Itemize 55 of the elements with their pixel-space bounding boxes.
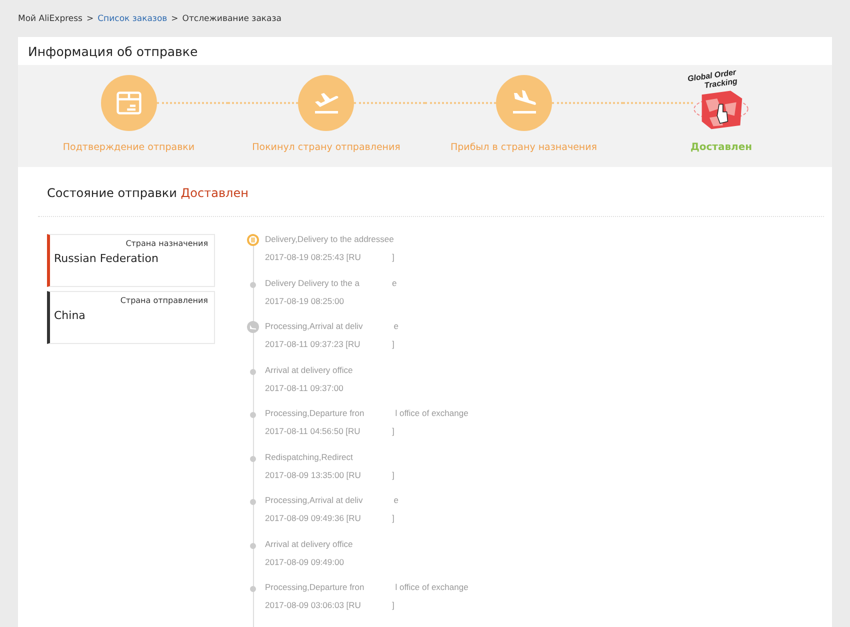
breadcrumb-item: Отслеживание заказа [182,14,282,24]
event-time: 2017-08-09 13:35:00 [RU [265,470,361,480]
event-time: 2017-08-11 09:37:00 [265,382,344,392]
event-title: Processing,Arrival at deliv [265,495,363,505]
timeline-dot [250,542,256,548]
country-caption: Страна назначения [124,239,208,248]
country-name: China [54,309,86,322]
status-line: Состояние отправки Доставлен [47,185,250,202]
event-time: 2017-08-09 03:06:03 [RU [265,600,361,610]
step-label: Подтверждение отправки [62,142,195,153]
timeline-dot [250,282,256,288]
order-tracking-logo[interactable]: Global Order Tracking [686,71,756,133]
box-icon [114,89,143,117]
event-time: ] [392,470,394,480]
step-label: Доставлен [690,142,752,153]
timeline-dot [250,368,256,374]
event-time: ] [392,339,394,349]
event-time: 2017-08-11 09:37:23 [RU [265,339,361,349]
airplane-icon [247,321,259,333]
event-title: Arrival at delivery office [265,364,354,374]
timeline-dot [250,412,256,418]
breadcrumb-link[interactable]: Список заказов [98,14,168,24]
timeline-dot [250,499,256,505]
event-title: Redispatching,Redirect [265,452,354,462]
event-time: ] [392,252,394,262]
country-name: Russian Federation [54,252,160,265]
panel-title: Информация об отправке [28,44,198,58]
event-time: 2017-08-11 04:56:50 [RU [265,426,361,436]
event-title: l office of exchange [395,582,468,592]
step-label: Покинул страну отправления [252,142,400,153]
event-time: 2017-08-09 09:49:00 [265,556,345,566]
event-time: ] [392,426,394,436]
breadcrumb-separator: > [86,14,94,24]
event-title: e [394,321,399,331]
step-label: Прибыл в страну назначения [450,142,598,153]
event-title: l office of exchange [395,408,468,418]
event-title: Processing,Departure fron [265,582,364,592]
event-title: Arrival at delivery office [265,538,354,548]
breadcrumb-item: Мой AliExpress [18,14,82,24]
event-time: ] [392,600,394,610]
country-caption: Страна отправления [119,296,208,305]
timeline-dot [250,586,256,592]
event-time: 2017-08-19 08:25:00 [265,296,345,306]
event-time: 2017-08-09 09:49:36 [RU [265,513,361,523]
timeline-dot [250,456,256,462]
current-step-icon [247,234,259,246]
event-time: ] [392,513,394,523]
breadcrumb-separator: > [171,14,178,24]
event-title: e [392,278,397,288]
event-title: Processing,Arrival at deliv [265,321,363,331]
event-title: Processing,Departure fron [265,408,364,418]
event-time: 2017-08-19 08:25:43 [RU [265,252,361,262]
event-title: Delivery,Delivery to the addressee [265,234,394,244]
event-title: Delivery Delivery to the a [265,278,360,288]
event-title: e [394,495,399,505]
